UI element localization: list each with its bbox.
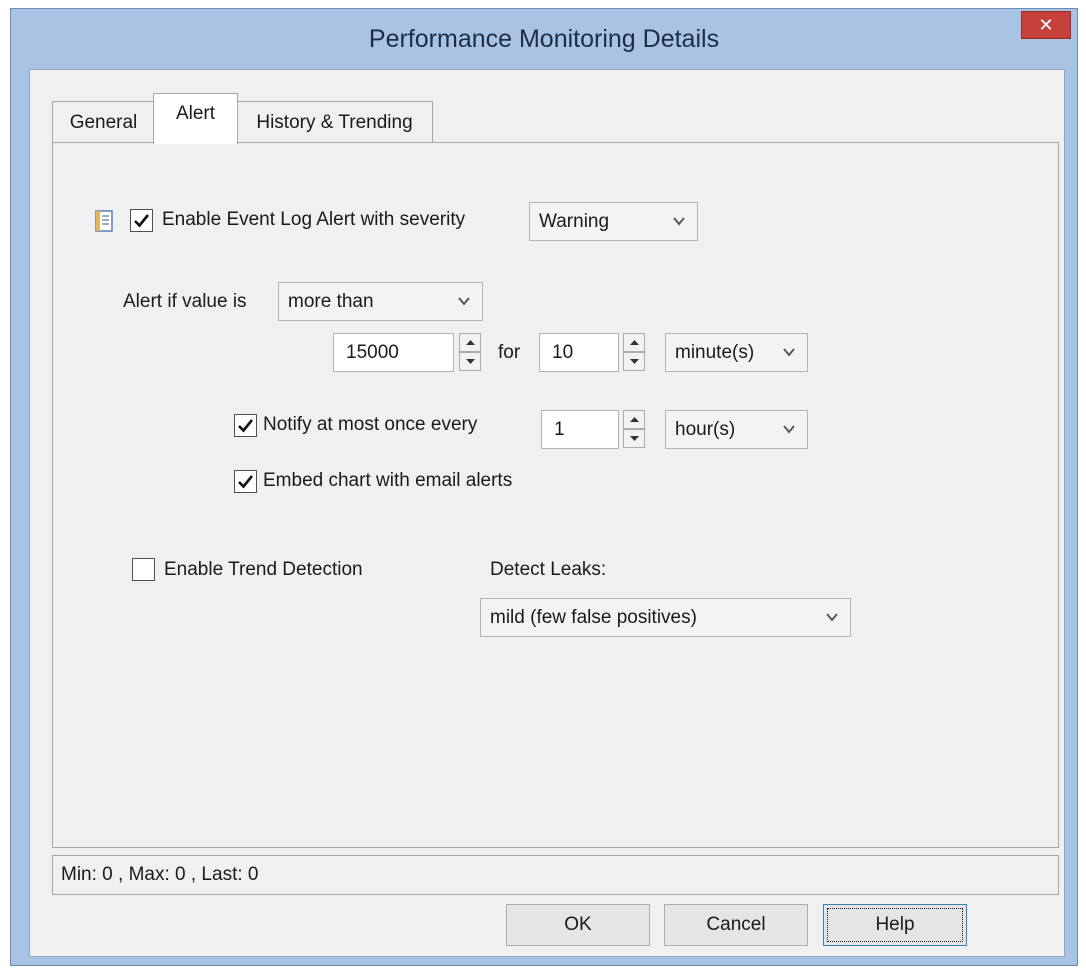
operator-select[interactable]: more than [278, 282, 483, 321]
tab-alert-label: Alert [175, 103, 216, 124]
alert-condition-label: Alert if value is [123, 291, 247, 312]
window-title: Performance Monitoring Details [368, 25, 720, 53]
notify-label: Notify at most once every [263, 414, 478, 435]
checkmark-icon [134, 214, 150, 228]
chevron-down-icon [783, 348, 795, 357]
for-label: for [498, 342, 521, 363]
detect-leaks-label: Detect Leaks: [490, 559, 607, 580]
notify-interval-spinner [623, 410, 645, 449]
title-bar[interactable]: Performance Monitoring Details ✕ [11, 9, 1077, 73]
arrow-up-icon [629, 340, 639, 345]
ok-button-label: OK [564, 914, 592, 935]
notify-decrement-button[interactable] [623, 429, 645, 448]
threshold-input[interactable]: 15000 [333, 333, 454, 372]
close-icon: ✕ [1038, 14, 1054, 35]
trend-detection-checkbox[interactable] [132, 558, 155, 581]
threshold-spinner [459, 333, 481, 372]
notify-increment-button[interactable] [623, 410, 645, 429]
checkmark-icon [238, 475, 254, 489]
detect-leaks-select[interactable]: mild (few false positives) [480, 598, 851, 637]
threshold-value: 15000 [346, 341, 399, 363]
tab-alert[interactable]: Alert [153, 93, 238, 144]
arrow-down-icon [629, 359, 639, 364]
notify-interval-value: 1 [554, 418, 565, 440]
duration-value: 10 [552, 341, 574, 363]
close-button[interactable]: ✕ [1021, 11, 1071, 39]
operator-value: more than [288, 290, 374, 312]
tab-history-trending-label: History & Trending [256, 111, 413, 133]
notify-unit-value: hour(s) [675, 418, 736, 440]
event-log-alert-label: Enable Event Log Alert with severity [162, 209, 466, 230]
threshold-increment-button[interactable] [459, 333, 481, 352]
cancel-button-label: Cancel [706, 914, 766, 935]
status-bar: Min: 0 , Max: 0 , Last: 0 [52, 855, 1059, 895]
severity-select[interactable]: Warning [529, 202, 698, 241]
tab-history-trending[interactable]: History & Trending [236, 101, 433, 143]
severity-value: Warning [539, 210, 610, 232]
duration-spinner [623, 333, 645, 372]
chevron-down-icon [826, 613, 838, 622]
help-button[interactable]: Help [823, 904, 967, 946]
duration-decrement-button[interactable] [623, 352, 645, 371]
embed-chart-checkbox[interactable] [234, 470, 257, 493]
arrow-down-icon [465, 359, 475, 364]
arrow-up-icon [465, 340, 475, 345]
chevron-down-icon [673, 217, 685, 226]
tab-general-label: General [69, 111, 138, 133]
event-log-icon [95, 210, 113, 232]
embed-chart-label: Embed chart with email alerts [263, 470, 513, 491]
ok-button[interactable]: OK [506, 904, 650, 946]
event-log-alert-checkbox[interactable] [130, 209, 153, 232]
duration-input[interactable]: 10 [539, 333, 619, 372]
arrow-up-icon [629, 417, 639, 422]
detect-leaks-value: mild (few false positives) [490, 606, 697, 628]
notify-unit-select[interactable]: hour(s) [665, 410, 808, 449]
duration-unit-select[interactable]: minute(s) [665, 333, 808, 372]
duration-unit-value: minute(s) [675, 341, 755, 363]
notify-checkbox[interactable] [234, 414, 257, 437]
chevron-down-icon [458, 297, 470, 306]
dialog-window: Performance Monitoring Details ✕ General… [10, 8, 1078, 966]
cancel-button[interactable]: Cancel [664, 904, 808, 946]
trend-detection-label: Enable Trend Detection [164, 559, 363, 580]
threshold-decrement-button[interactable] [459, 352, 481, 371]
notify-interval-input[interactable]: 1 [541, 410, 619, 449]
arrow-down-icon [629, 436, 639, 441]
checkmark-icon [238, 419, 254, 433]
alert-tab-panel: Enable Event Log Alert with severity War… [52, 142, 1059, 848]
tab-general[interactable]: General [52, 101, 155, 143]
duration-increment-button[interactable] [623, 333, 645, 352]
chevron-down-icon [783, 425, 795, 434]
dialog-client-area: General Alert History & Trending Enable … [29, 69, 1065, 957]
focus-rectangle [827, 908, 963, 942]
status-text: Min: 0 , Max: 0 , Last: 0 [61, 864, 259, 885]
